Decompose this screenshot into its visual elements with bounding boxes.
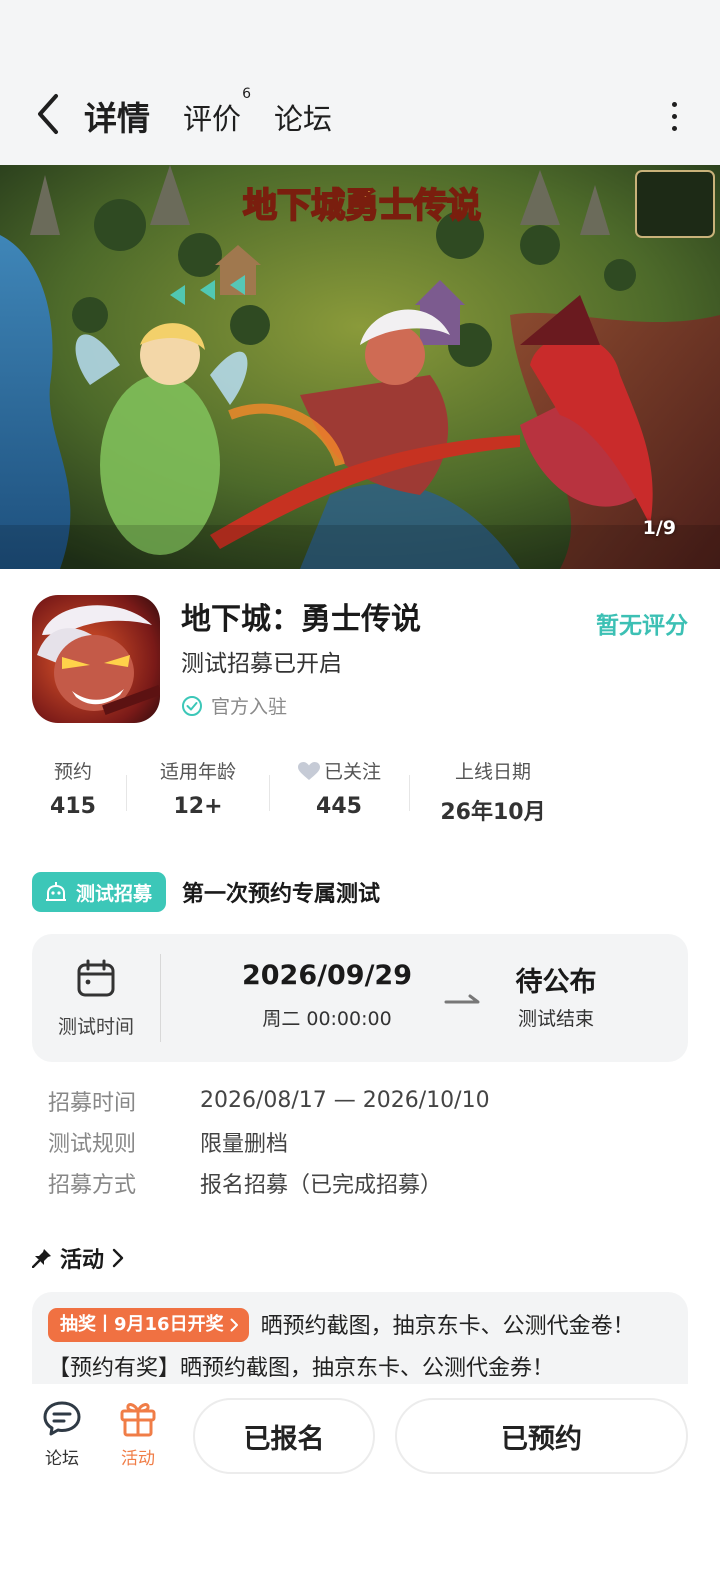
test-end-date: 待公布 (515, 967, 597, 998)
game-title: 地下城：勇士传说 (181, 602, 421, 637)
bottom-action-bar: 论坛 活动 已报名 已预约 (0, 1384, 720, 1582)
to-arrow-icon (444, 994, 480, 1004)
activity-section-link[interactable]: 活动 (32, 1240, 124, 1276)
stats-row: 预约 415 适用年龄 12+ 已关注 445 上线日期 26年10月 (0, 757, 720, 827)
official-verified-badge: 官方入驻 (181, 692, 287, 719)
info-row-recruit-method: 招募方式 报名招募（已完成招募） (48, 1162, 688, 1203)
back-button[interactable] (28, 92, 68, 136)
review-count-badge: 6 (242, 86, 252, 102)
lottery-tag[interactable]: 抽奖丨9月16日开奖 (48, 1308, 249, 1342)
reserved-button[interactable]: 已预约 (395, 1398, 688, 1474)
stat-label: 上线日期 (454, 761, 531, 783)
chat-bubble-icon (43, 1401, 81, 1436)
stat-label: 适用年龄 (159, 761, 236, 783)
info-key: 招募方式 (48, 1172, 137, 1198)
back-arrow-icon (38, 94, 58, 134)
info-row-test-rule: 测试规则 限量删档 (48, 1121, 688, 1162)
more-dot-icon (671, 114, 677, 119)
stat-launch-date: 上线日期 26年10月 (433, 757, 553, 826)
info-value: 限量删档 (200, 1131, 289, 1157)
game-screenshot-banner[interactable]: 地下城勇士传说 1/9 (0, 165, 720, 569)
test-info-list: 招募时间 2026/08/17 — 2026/10/10 测试规则 限量删档 招… (48, 1080, 688, 1203)
card-divider (160, 954, 161, 1042)
info-row-recruit-time: 招募时间 2026/08/17 — 2026/10/10 (48, 1080, 688, 1121)
test-end-label: 测试结束 (517, 1008, 594, 1030)
pin-icon (32, 1249, 51, 1268)
stat-reservations: 预约 415 (33, 757, 113, 819)
more-dot-icon (671, 102, 677, 107)
activity-header-label: 活动 (60, 1248, 105, 1273)
chevron-right-icon (112, 1248, 124, 1268)
stat-value: 445 (316, 794, 362, 819)
test-start-time: 周二 00:00:00 (262, 1008, 392, 1030)
tab-review-label: 评价 (183, 102, 242, 136)
lottery-tag-label: 抽奖丨9月16日开奖 (60, 1314, 224, 1335)
test-start-date: 2026/09/29 (241, 960, 412, 991)
calendar-icon (77, 959, 115, 997)
heart-icon (297, 761, 320, 780)
test-time-card: 测试时间 2026/09/29 周二 00:00:00 待公布 测试结束 (32, 934, 688, 1062)
stat-divider (269, 775, 270, 811)
stat-value: 12+ (173, 794, 223, 819)
info-key: 测试规则 (48, 1131, 137, 1157)
tab-detail-label: 详情 (84, 99, 150, 138)
bottom-nav-activity[interactable]: 活动 (108, 1398, 168, 1469)
bottom-nav-forum[interactable]: 论坛 (32, 1398, 92, 1469)
official-label: 官方入驻 (211, 696, 288, 718)
info-value: 报名招募（已完成招募） (200, 1172, 443, 1198)
chevron-right-icon (230, 1318, 238, 1332)
stat-value: 26年10月 (440, 800, 546, 825)
bottom-nav-activity-label: 活动 (121, 1449, 155, 1469)
rating-text: 暂无评分 (596, 613, 688, 639)
stat-divider (126, 775, 127, 811)
more-dot-icon (671, 126, 677, 131)
stat-divider (409, 775, 410, 811)
top-navigation-bar: 详情 评价 6 论坛 (0, 80, 720, 150)
test-time-label: 测试时间 (57, 1016, 134, 1038)
stat-value: 415 (50, 794, 96, 819)
test-title: 第一次预约专属测试 (182, 882, 381, 907)
verified-check-icon (182, 695, 202, 716)
tab-forum-label: 论坛 (274, 102, 333, 136)
stat-label: 预约 (53, 761, 92, 783)
bottom-nav-forum-label: 论坛 (45, 1449, 79, 1469)
banner-logo-text: 地下城勇士传说 (243, 186, 481, 226)
banner-artwork: 地下城勇士传说 (0, 165, 720, 569)
test-badge-label: 测试招募 (76, 882, 153, 905)
more-menu-button[interactable] (668, 102, 680, 132)
game-app-icon[interactable] (32, 595, 160, 723)
tab-forum[interactable]: 论坛 (274, 96, 332, 138)
stat-label: 已关注 (323, 761, 381, 783)
gift-icon (120, 1403, 156, 1437)
signed-up-button[interactable]: 已报名 (193, 1398, 375, 1474)
stat-followers[interactable]: 已关注 445 (289, 757, 389, 819)
stat-age-rating: 适用年龄 12+ (148, 757, 248, 819)
activity-card[interactable]: 抽奖丨9月16日开奖 晒预约截图，抽京东卡、公测代金卷！【预约有奖】晒预约截图，抽… (32, 1292, 688, 1384)
banner-page-counter: 1/9 (642, 517, 676, 539)
game-subtitle: 测试招募已开启 (181, 651, 342, 677)
info-value: 2026/08/17 — 2026/10/10 (200, 1088, 490, 1113)
tab-review[interactable]: 评价 6 (183, 86, 251, 138)
stat-label-row: 已关注 (289, 757, 389, 784)
info-key: 招募时间 (48, 1090, 137, 1116)
tab-detail[interactable]: 详情 (80, 92, 152, 140)
test-recruit-badge: 测试招募 (32, 872, 167, 912)
test-recruit-header: 测试招募 第一次预约专属测试 (32, 872, 380, 912)
game-icon-artwork (32, 595, 160, 723)
robot-icon (46, 882, 66, 901)
